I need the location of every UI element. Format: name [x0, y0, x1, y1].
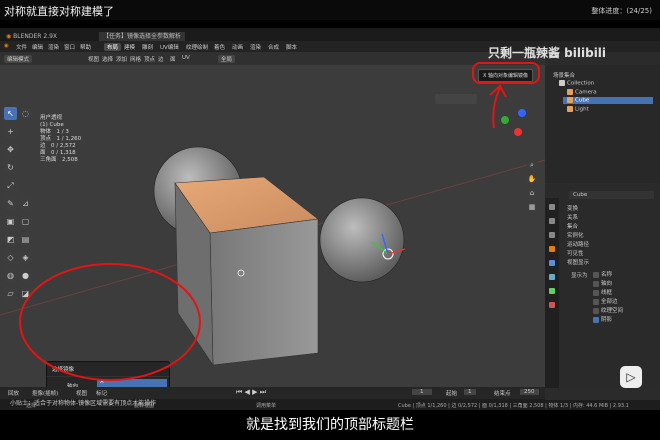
screen: 对称就直接对称建模了 整体进度：(24/25) ◉ BLENDER 2.9X 【…: [0, 0, 660, 440]
annotation-ellipse: [19, 263, 201, 381]
tv-play-icon[interactable]: ▷: [620, 366, 642, 388]
tip-text: 小贴士：适合于对称物体-镜像区域需要有顶点才能操作: [10, 400, 157, 407]
subtitle: 就是找到我们的顶部标题栏: [246, 417, 414, 433]
annotation-strokes: [19, 84, 507, 381]
annotation-arrow-stroke: [492, 87, 501, 129]
